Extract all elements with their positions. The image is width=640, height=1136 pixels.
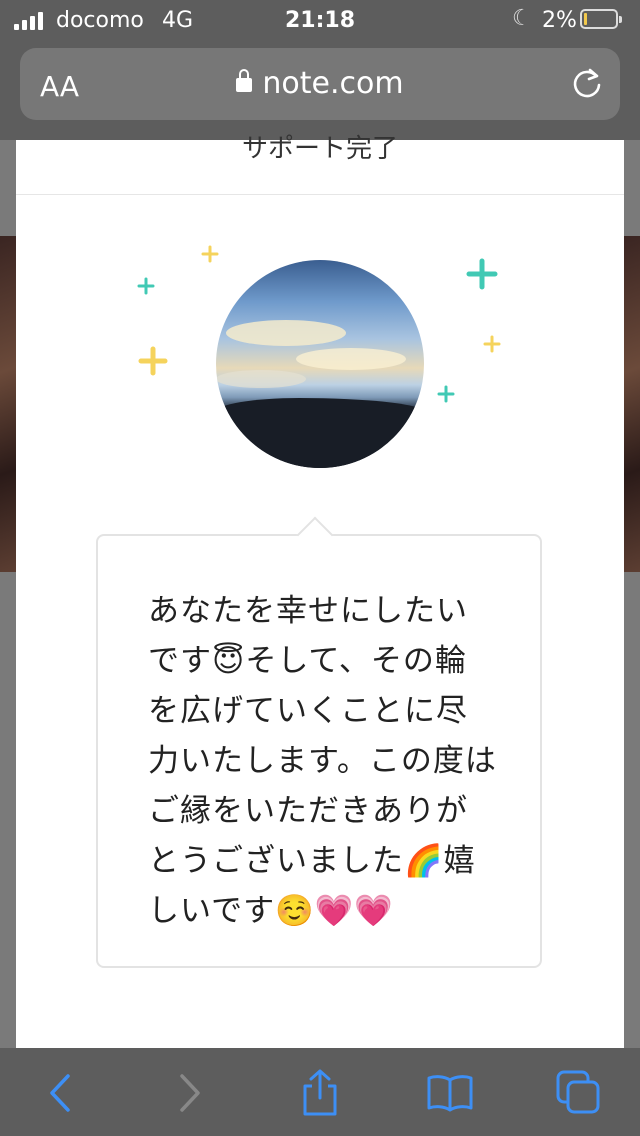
url-display[interactable]: note.com <box>20 66 620 101</box>
sparkle-icon <box>138 346 168 376</box>
reload-icon[interactable] <box>570 66 604 100</box>
tabs-icon[interactable] <box>554 1068 604 1118</box>
sparkle-icon <box>201 245 219 263</box>
battery-icon <box>580 9 622 29</box>
thank-you-message: あなたを幸せにしたいです😇そして、その輪を広げていくことに尽力いたします。この度… <box>148 593 497 929</box>
domain-label: note.com <box>262 66 404 101</box>
browser-toolbar <box>0 1048 640 1136</box>
battery-percentage: 2% <box>542 8 577 33</box>
page-title: サポート完了 <box>241 134 398 160</box>
background-photo-left <box>0 236 16 572</box>
sparkle-icon <box>137 277 155 295</box>
forward-icon[interactable] <box>164 1068 214 1118</box>
background-photo-right <box>624 236 640 572</box>
back-icon[interactable] <box>36 1068 86 1118</box>
sparkle-icon <box>437 385 455 403</box>
support-complete-card: サポート完了 あなたを幸せにしたいです😇そして、その輪を広げていくことに尽力いた… <box>16 134 624 1048</box>
address-bar[interactable]: AA note.com <box>20 48 620 120</box>
lock-icon <box>236 69 253 92</box>
sparkle-icon <box>483 335 501 353</box>
browser-header: AA note.com <box>0 40 640 140</box>
share-icon[interactable] <box>295 1068 345 1118</box>
bookmarks-icon[interactable] <box>425 1068 475 1118</box>
thank-you-message-box: あなたを幸せにしたいです😇そして、その輪を広げていくことに尽力いたします。この度… <box>96 516 542 968</box>
sparkle-icon <box>466 258 498 290</box>
divider <box>16 194 624 195</box>
status-bar: docomo 4G 21:18 ☾ 2% <box>0 0 640 40</box>
creator-avatar <box>216 260 424 468</box>
moon-icon: ☾ <box>512 6 532 31</box>
